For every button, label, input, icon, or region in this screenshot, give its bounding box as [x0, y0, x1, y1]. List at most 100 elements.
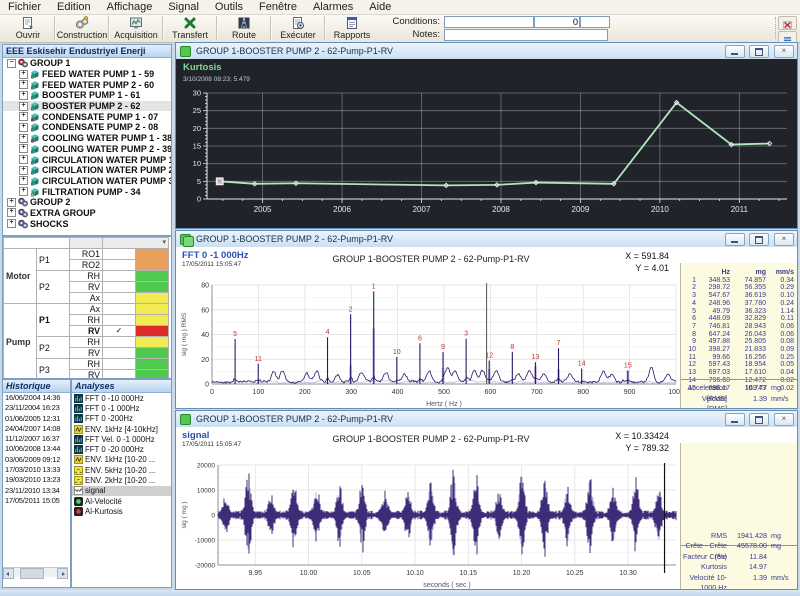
direction-cell[interactable]: RO1 [70, 249, 103, 260]
restore-button[interactable] [749, 233, 769, 246]
tree-item-circulation-water-pump-1-35[interactable]: +CIRCULATION WATER PUMP 1 - 35 [3, 154, 171, 165]
conditions-extra-input[interactable] [580, 16, 610, 28]
fft-peak-row[interactable]: 549.7936.3231.14 [683, 308, 794, 316]
fft-peak-row[interactable]: 8647.2426.0430.06 [683, 331, 794, 339]
close-button[interactable]: × [774, 45, 794, 58]
toolbar-button-rapports[interactable]: Rapports [326, 15, 378, 41]
check-cell[interactable] [103, 282, 136, 293]
collapse-icon[interactable]: − [7, 59, 16, 68]
menu-item-alarmes[interactable]: Alarmes [305, 0, 361, 14]
analysis-item-fft-0-200hz[interactable]: FFT 0 -200Hz [72, 414, 171, 424]
fft-peak-row[interactable]: 9497.8825.8050.08 [683, 338, 794, 346]
kurtosis-trend-chart[interactable]: 0510152025302005200620072008200920102011 [179, 87, 795, 226]
fft-peak-row[interactable]: 1348.5374.8570.34 [683, 277, 794, 285]
direction-cell[interactable]: RO2 [70, 260, 103, 271]
check-cell[interactable] [103, 271, 136, 282]
fft-peak-row[interactable]: 7746.8128.9430.06 [683, 323, 794, 331]
tree-item-booster-pump-2-62[interactable]: +BOOSTER PUMP 2 - 62 [3, 101, 171, 112]
check-cell[interactable] [103, 304, 136, 315]
notes-input[interactable] [444, 29, 608, 41]
check-cell[interactable] [103, 260, 136, 271]
tree-item-shocks[interactable]: +SHOCKS [3, 218, 171, 229]
toolbar-button-construction[interactable]: Construction [56, 15, 108, 41]
tree-item-cooling-water-pump-2-39[interactable]: +COOLING WATER PUMP 2 - 39 [3, 144, 171, 155]
analysis-item-al-kurtosis[interactable]: Al-Kurtosis [72, 506, 171, 516]
fft-peak-row[interactable]: 1199.6616.2560.25 [683, 354, 794, 362]
minimize-button[interactable] [725, 45, 745, 58]
expand-icon[interactable]: + [7, 198, 16, 207]
fft-peak-row[interactable]: 10398.2721.8330.09 [683, 346, 794, 354]
history-item[interactable]: 01/06/2005 12:31 [3, 414, 70, 424]
direction-cell[interactable]: RV [70, 348, 103, 359]
fft-peak-row[interactable]: 13697.0317.6100.04 [683, 369, 794, 377]
toolbar-button-transfert[interactable]: Transfert [164, 15, 216, 41]
close-button[interactable]: × [774, 413, 794, 426]
direction-cell[interactable]: RH [70, 359, 103, 370]
analysis-item-signal[interactable]: signal [72, 486, 171, 496]
history-item[interactable]: 16/06/2004 14:36 [3, 393, 70, 403]
analysis-item-env-2khz-10-20[interactable]: ENV. 2kHz [10-20 ... [72, 475, 171, 485]
filter-dropdown[interactable]: ▾ [103, 238, 169, 249]
signal-window-titlebar[interactable]: GROUP 1-BOOSTER PUMP 2 - 62-Pump-P1-RV × [176, 411, 797, 428]
expand-icon[interactable]: + [19, 123, 28, 132]
history-scrollbar[interactable] [3, 567, 68, 577]
direction-cell[interactable]: Ax [70, 304, 103, 315]
expand-icon[interactable]: + [19, 134, 28, 143]
analysis-item-env-1khz-4-10khz[interactable]: ENV. 1kHz [4-10kHz] [72, 424, 171, 434]
check-cell[interactable] [103, 337, 136, 348]
fft-peak-row[interactable]: 12597.4318.9540.05 [683, 361, 794, 369]
check-cell[interactable] [103, 348, 136, 359]
expand-icon[interactable]: + [19, 144, 28, 153]
tree-item-booster-pump-1-61[interactable]: +BOOSTER PUMP 1 - 61 [3, 90, 171, 101]
analysis-item-env-5khz-10-20[interactable]: ENV. 5kHz [10-20 ... [72, 465, 171, 475]
check-cell[interactable] [103, 293, 136, 304]
direction-cell[interactable]: RH [70, 315, 103, 326]
tree-item-circulation-water-pump-2-36[interactable]: +CIRCULATION WATER PUMP 2 - 36 [3, 165, 171, 176]
fft-spectrum-chart[interactable]: 0204060800100200300400500600700800900100… [178, 281, 681, 408]
toolbar-button-ouvrir[interactable]: Ouvrir [2, 15, 54, 41]
expand-icon[interactable]: + [7, 208, 16, 217]
analysis-item-fft-0-1-000hz[interactable]: FFT 0 -1 000Hz [72, 403, 171, 413]
expand-icon[interactable]: + [7, 219, 16, 228]
minimize-button[interactable] [725, 233, 745, 246]
tree-item-extra-group[interactable]: +EXTRA GROUP [3, 208, 171, 219]
menu-item-aide[interactable]: Aide [361, 0, 399, 14]
trend-window-titlebar[interactable]: GROUP 1-BOOSTER PUMP 2 - 62-Pump-P1-RV × [176, 43, 797, 60]
scroll-right-arrow[interactable] [57, 568, 68, 579]
menu-item-edition[interactable]: Edition [49, 0, 99, 14]
expand-icon[interactable]: + [19, 91, 28, 100]
check-cell[interactable]: ✓ [103, 326, 136, 337]
history-item[interactable]: 03/06/2009 09:12 [3, 455, 70, 465]
delete-grid-button[interactable] [778, 16, 797, 30]
menu-item-outils[interactable]: Outils [207, 0, 251, 14]
minimize-button[interactable] [725, 413, 745, 426]
fft-peak-row[interactable]: 4248.9637.7800.24 [683, 300, 794, 308]
menu-item-affichage[interactable]: Affichage [99, 0, 161, 14]
expand-icon[interactable]: + [19, 112, 28, 121]
tree-item-feed-water-pump-2-60[interactable]: +FEED WATER PUMP 2 - 60 [3, 79, 171, 90]
direction-cell[interactable]: RV [70, 326, 103, 337]
expand-icon[interactable]: + [19, 176, 28, 185]
tree-item-filtration-pump-34[interactable]: +FILTRATION PUMP - 34 [3, 186, 171, 197]
expand-icon[interactable]: + [19, 102, 28, 111]
direction-cell[interactable]: RV [70, 370, 103, 380]
expand-icon[interactable]: + [19, 70, 28, 79]
analysis-item-al-velocit[interactable]: Al-Velocité [72, 496, 171, 506]
direction-cell[interactable]: RH [70, 271, 103, 282]
fft-window-titlebar[interactable]: GROUP 1-BOOSTER PUMP 2 - 62-Pump-P1-RV × [176, 231, 797, 248]
tree-item-feed-water-pump-1-59[interactable]: +FEED WATER PUMP 1 - 59 [3, 69, 171, 80]
direction-cell[interactable]: Ax [70, 293, 103, 304]
points-row[interactable]: MotorP1RO1 [4, 249, 169, 260]
history-item[interactable]: 23/11/2010 13:34 [3, 486, 70, 496]
fft-peak-row[interactable]: 2298.7256.3550.29 [683, 284, 794, 292]
scrollbar-thumb[interactable] [20, 568, 44, 579]
history-item[interactable]: 24/04/2007 14:08 [3, 424, 70, 434]
tree-item-condensate-pump-1-07[interactable]: +CONDENSATE PUMP 1 - 07 [3, 111, 171, 122]
menu-item-fichier[interactable]: Fichier [0, 0, 49, 14]
tree-item-cooling-water-pump-1-38[interactable]: +COOLING WATER PUMP 1 - 38 [3, 133, 171, 144]
direction-cell[interactable]: RH [70, 337, 103, 348]
conditions-value-input[interactable] [534, 16, 580, 28]
menu-item-signal[interactable]: Signal [160, 0, 207, 14]
check-cell[interactable] [103, 249, 136, 260]
analysis-item-fft-vel-0-1-000hz[interactable]: FFT Vel. 0 -1 000Hz [72, 434, 171, 444]
